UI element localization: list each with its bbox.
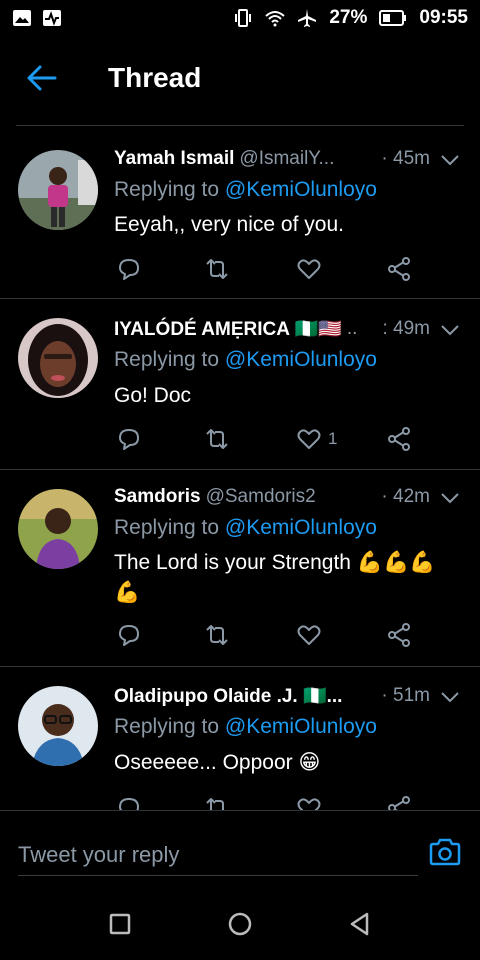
reply-icon [119, 798, 139, 810]
like-button[interactable] [296, 256, 328, 282]
status-bar: 27% 09:55 [0, 0, 480, 36]
heart-icon [297, 798, 321, 810]
tweet-text: Go! Doc [114, 384, 192, 407]
retweet-button[interactable] [204, 426, 230, 452]
replying-to: Replying to @KemiOlunloyo [114, 348, 377, 372]
avatar[interactable] [18, 686, 98, 766]
replying-prefix: Replying to [114, 178, 220, 201]
tweet-actions: 1 [116, 426, 416, 454]
share-icon [388, 796, 410, 810]
chevron-down-icon[interactable] [440, 690, 460, 704]
reply-button[interactable] [116, 795, 142, 810]
retweet-button[interactable] [204, 795, 230, 810]
battery-percent: 27% [329, 7, 368, 28]
mention-link[interactable]: @KemiOlunloyo [225, 178, 377, 201]
share-icon [388, 427, 410, 451]
back-triangle-icon[interactable] [346, 910, 374, 938]
retweet-button[interactable] [204, 622, 230, 648]
retweet-icon [206, 429, 228, 449]
image-icon [13, 10, 31, 26]
replying-prefix: Replying to [114, 516, 220, 539]
airplane-icon [298, 9, 317, 27]
tweet-header: Samdoris @Samdoris2 · 42m [114, 484, 430, 510]
tweet[interactable]: Samdoris @Samdoris2 · 42m Replying to @K… [0, 471, 480, 667]
replying-prefix: Replying to [114, 348, 220, 371]
tweet-text: Oseeeee... Oppoor 😁 [114, 751, 321, 774]
share-button[interactable] [386, 426, 412, 452]
reply-button[interactable] [116, 622, 142, 648]
reply-button[interactable] [116, 426, 142, 452]
tweet[interactable]: IYALÓDÉ AMẸRICA 🇳🇬🇺🇸 .. : 49m Replying t… [0, 300, 480, 470]
reply-icon [119, 259, 139, 280]
replying-to: Replying to @KemiOlunloyo [114, 178, 377, 202]
tweet-actions [116, 795, 416, 810]
avatar[interactable] [18, 489, 98, 569]
tweet-header: Yamah Ismail @IsmailY... · 45m [114, 146, 430, 172]
timestamp: : 49m [382, 318, 430, 339]
retweet-icon [206, 798, 224, 810]
heart-icon [297, 259, 321, 279]
mention-link[interactable]: @KemiOlunloyo [225, 715, 377, 738]
reply-bar [0, 810, 480, 883]
wifi-icon [265, 11, 286, 27]
avatar[interactable] [18, 318, 98, 398]
like-button[interactable]: 1 [296, 426, 337, 452]
retweet-icon [206, 259, 228, 279]
share-icon [388, 257, 410, 281]
like-button[interactable] [296, 795, 328, 810]
user-name[interactable]: Yamah Ismail [114, 148, 234, 170]
timestamp: · 45m [381, 148, 430, 169]
user-name[interactable]: IYALÓDÉ AMẸRICA 🇳🇬🇺🇸 [114, 317, 342, 341]
retweet-button[interactable] [204, 256, 230, 282]
tweet-text: Eeyah,, very nice of you. [114, 213, 344, 236]
share-button[interactable] [386, 256, 412, 282]
vibrate-icon [235, 9, 252, 27]
chevron-down-icon[interactable] [440, 323, 460, 337]
reply-icon [119, 625, 139, 646]
timestamp: · 51m [381, 685, 430, 706]
user-handle: @Samdoris2 [205, 486, 316, 507]
replying-to: Replying to @KemiOlunloyo [114, 516, 377, 540]
tweet-actions [116, 622, 416, 650]
replying-prefix: Replying to [114, 715, 220, 738]
battery-icon [379, 10, 407, 26]
share-button[interactable] [386, 622, 412, 648]
tweet-text: The Lord is your Strength 💪💪💪💪 [114, 551, 436, 604]
system-nav-bar [0, 890, 480, 960]
tweet-header: Oladipupo Olaide .J. 🇳🇬... · 51m [114, 683, 430, 709]
like-count: 1 [328, 429, 338, 448]
recents-square-icon[interactable] [106, 910, 134, 938]
activity-icon [43, 10, 61, 26]
retweet-icon [206, 625, 228, 645]
camera-icon[interactable] [428, 837, 462, 867]
user-name[interactable]: Samdoris [114, 486, 201, 508]
heart-icon [297, 625, 321, 645]
share-icon [388, 623, 410, 647]
tweet[interactable]: Yamah Ismail @IsmailY... · 45m Replying … [0, 126, 480, 299]
like-button[interactable] [296, 622, 328, 648]
chevron-down-icon[interactable] [440, 491, 460, 505]
clock: 09:55 [419, 7, 468, 28]
page-title: Thread [108, 62, 202, 93]
reply-icon [119, 429, 139, 450]
avatar[interactable] [18, 150, 98, 230]
reply-input[interactable] [18, 835, 418, 876]
replying-to: Replying to @KemiOlunloyo [114, 715, 377, 739]
tweet[interactable]: Oladipupo Olaide .J. 🇳🇬... · 51m Replyin… [0, 668, 480, 810]
chevron-down-icon[interactable] [440, 153, 460, 167]
heart-icon [297, 429, 321, 449]
tweet-header: IYALÓDÉ AMẸRICA 🇳🇬🇺🇸 .. : 49m [114, 316, 430, 342]
tweet-actions [116, 256, 416, 284]
header: Thread [0, 36, 480, 120]
share-button[interactable] [386, 795, 412, 810]
user-name[interactable]: Oladipupo Olaide .J. 🇳🇬... [114, 684, 342, 708]
mention-link[interactable]: @KemiOlunloyo [225, 516, 377, 539]
user-handle: @IsmailY... [239, 148, 335, 169]
timestamp: · 42m [381, 486, 430, 507]
home-circle-icon[interactable] [226, 910, 254, 938]
reply-button[interactable] [116, 256, 142, 282]
arrow-left-icon[interactable] [26, 64, 58, 92]
mention-link[interactable]: @KemiOlunloyo [225, 348, 377, 371]
user-handle: .. [346, 318, 358, 339]
